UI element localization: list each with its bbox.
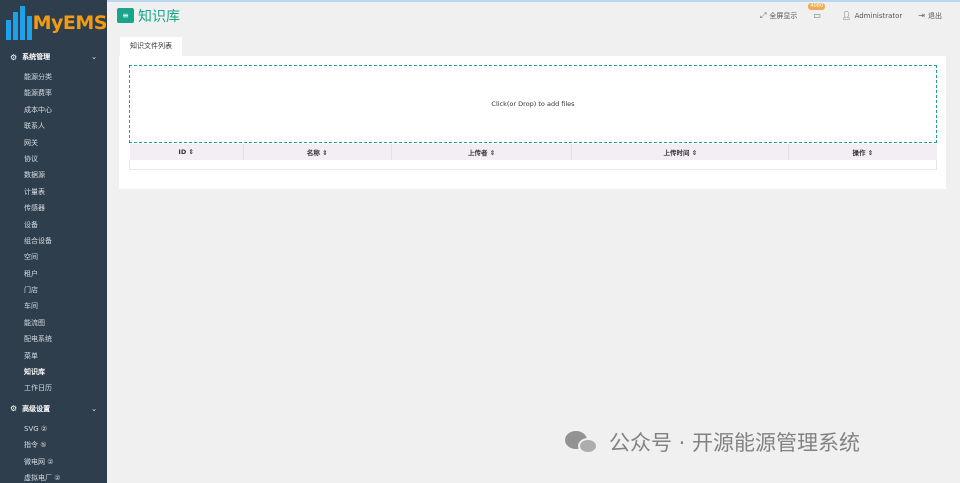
sidebar-item[interactable]: 联系人 <box>0 118 107 134</box>
sidebar-item[interactable]: 菜单 <box>0 348 107 364</box>
sidebar-item[interactable]: 计量表 <box>0 184 107 200</box>
gears-icon: ⚙ <box>10 404 18 414</box>
sidebar-item[interactable]: 指令 ⑤ <box>0 437 107 453</box>
logout-button[interactable]: ⇥ 退出 <box>918 11 942 21</box>
sidebar-menu-advanced: SVG ② 指令 ⑤ 微电网 ② 虚拟电厂 ② <box>0 421 107 483</box>
sidebar-group-label: 系统管理 <box>22 53 51 61</box>
logout-label: 退出 <box>928 11 942 20</box>
header-actions: ⤢ 全屏显示 4080 ▭ 👤︎ Administrator ⇥ 退出 <box>744 2 942 21</box>
column-header-uploader[interactable]: 上传者 ⇕ <box>391 144 573 160</box>
sidebar-item[interactable]: 虚拟电厂 ② <box>0 470 107 483</box>
watermark-text: 公众号 · 开源能源管理系统 <box>609 431 861 455</box>
sidebar-item[interactable]: 能流图 <box>0 315 107 331</box>
brand-logo[interactable]: MyEMS <box>0 0 107 45</box>
knowledge-file-table: ID ⇕ 名称 ⇕ 上传者 ⇕ 上传时间 ⇕ 操作 ⇕ <box>129 144 937 170</box>
sidebar-item[interactable]: 车间 <box>0 298 107 314</box>
column-header-actions[interactable]: 操作 ⇕ <box>788 144 937 160</box>
sidebar-item[interactable]: 设备 <box>0 217 107 233</box>
fullscreen-button[interactable]: ⤢ 全屏显示 <box>760 11 797 21</box>
fullscreen-label: 全屏显示 <box>769 11 798 20</box>
logout-icon: ⇥ <box>918 11 925 20</box>
sidebar-item[interactable]: 数据源 <box>0 167 107 183</box>
tab-knowledge-file-list[interactable]: 知识文件列表 <box>120 37 182 56</box>
sidebar: MyEMS ⚙ 系统管理 ⌄ 能源分类 能源费率 成本中心 联系人 网关 协议 数据源 计量表… <box>0 0 107 483</box>
chevron-down-icon: ⌄ <box>91 404 97 413</box>
brand-name: MyEMS <box>32 11 107 34</box>
sidebar-item[interactable]: 工作日历 <box>0 380 107 396</box>
list-icon: ≡ <box>117 8 134 23</box>
sidebar-item[interactable]: 网关 <box>0 135 107 151</box>
wechat-icon <box>565 429 599 455</box>
sidebar-item[interactable]: 协议 <box>0 151 107 167</box>
sidebar-item[interactable]: 空间 <box>0 249 107 265</box>
table-empty-row <box>129 160 937 170</box>
watermark: 公众号 · 开源能源管理系统 <box>565 427 860 457</box>
column-header-name[interactable]: 名称 ⇕ <box>243 144 392 160</box>
main-panel: Click(or Drop) to add files ID ⇕ 名称 ⇕ 上传… <box>119 56 946 189</box>
dropzone-text: Click(or Drop) to add files <box>491 100 575 108</box>
sidebar-item[interactable]: 能源分类 <box>0 69 107 85</box>
file-dropzone[interactable]: Click(or Drop) to add files <box>129 65 937 143</box>
sidebar-item[interactable]: 租户 <box>0 266 107 282</box>
sidebar-item[interactable]: 能源费率 <box>0 85 107 101</box>
sidebar-item[interactable]: 微电网 ② <box>0 454 107 470</box>
sidebar-group-advanced[interactable]: ⚙ 高级设置 ⌄ <box>0 397 107 421</box>
sidebar-item[interactable]: 配电系统 <box>0 331 107 347</box>
user-menu[interactable]: 👤︎ Administrator <box>841 11 902 20</box>
sidebar-item[interactable]: 成本中心 <box>0 102 107 118</box>
notification-badge: 4080 <box>808 2 826 10</box>
sidebar-item[interactable]: 传感器 <box>0 200 107 216</box>
column-header-upload-time[interactable]: 上传时间 ⇕ <box>571 144 790 160</box>
column-header-id[interactable]: ID ⇕ <box>129 144 244 160</box>
notification-button[interactable]: 4080 ▭ <box>808 2 826 21</box>
sidebar-item[interactable]: 门店 <box>0 282 107 298</box>
header: ≡ 知识库 ⤢ 全屏显示 4080 ▭ 👤︎ Administrator ⇥ 退… <box>107 2 960 29</box>
expand-icon: ⤢ <box>760 10 767 20</box>
logo-icon <box>4 5 32 40</box>
chevron-down-icon: ⌄ <box>91 53 97 61</box>
sidebar-group-label: 高级设置 <box>22 404 51 413</box>
sidebar-item[interactable]: 组合设备 <box>0 233 107 249</box>
sidebar-item[interactable]: 知识库 <box>0 364 107 380</box>
page-title: 知识库 <box>138 8 180 25</box>
sidebar-group-system[interactable]: ⚙ 系统管理 ⌄ <box>0 45 107 69</box>
gears-icon: ⚙ <box>10 52 18 62</box>
user-icon: 👤︎ <box>841 11 852 20</box>
sidebar-menu-system: 能源分类 能源费率 成本中心 联系人 网关 协议 数据源 计量表 传感器 设备 组合设备 空间 租户 门店… <box>0 69 107 397</box>
monitor-icon: ▭ <box>813 11 821 20</box>
user-label: Administrator <box>854 11 903 20</box>
sidebar-item[interactable]: SVG ② <box>0 421 107 437</box>
